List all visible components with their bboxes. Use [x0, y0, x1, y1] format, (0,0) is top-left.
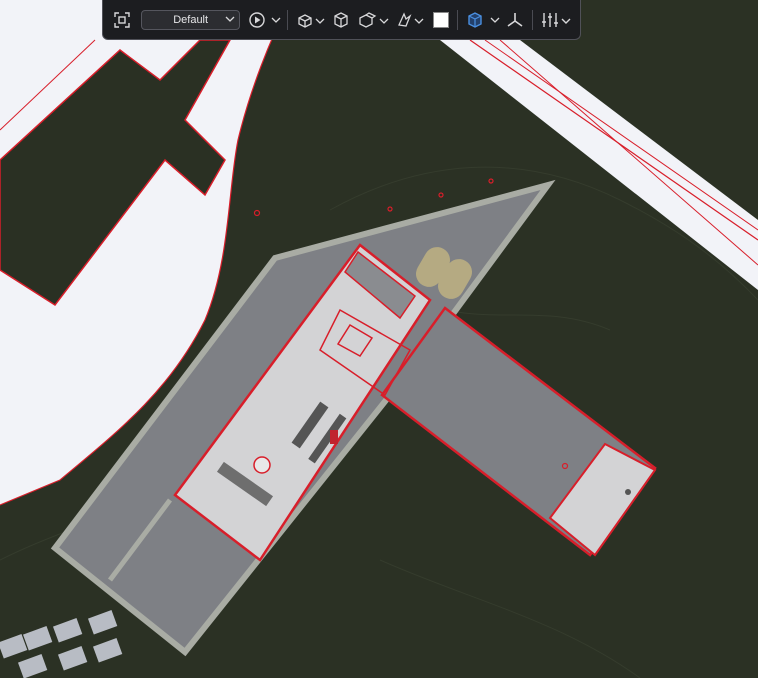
viewer-toolbar: Default: [102, 0, 581, 40]
toolbar-separator: [532, 9, 534, 30]
orbit-navigation-icon[interactable]: [463, 6, 487, 34]
background-color-swatch: [432, 11, 449, 28]
toolbar-separator: [457, 9, 459, 30]
background-color-button[interactable]: [429, 6, 453, 34]
zoom-extents-icon[interactable]: [109, 6, 135, 34]
view-cube-icon[interactable]: [293, 6, 327, 34]
visual-style-icon[interactable]: [393, 6, 427, 34]
chevron-down-icon[interactable]: [489, 6, 501, 34]
box-view-icon[interactable]: [329, 6, 353, 34]
play-icon[interactable]: [246, 6, 268, 34]
3d-viewport[interactable]: [0, 0, 758, 678]
display-preset-dropdown[interactable]: Default: [140, 9, 241, 30]
settings-sliders-icon[interactable]: [538, 6, 574, 34]
axes-icon[interactable]: [503, 6, 527, 34]
preset-label: Default: [173, 13, 209, 26]
toolbar-separator: [287, 9, 289, 30]
section-box-icon[interactable]: [355, 6, 391, 34]
chevron-down-icon[interactable]: [270, 6, 282, 34]
chevron-down-icon: [225, 16, 235, 22]
